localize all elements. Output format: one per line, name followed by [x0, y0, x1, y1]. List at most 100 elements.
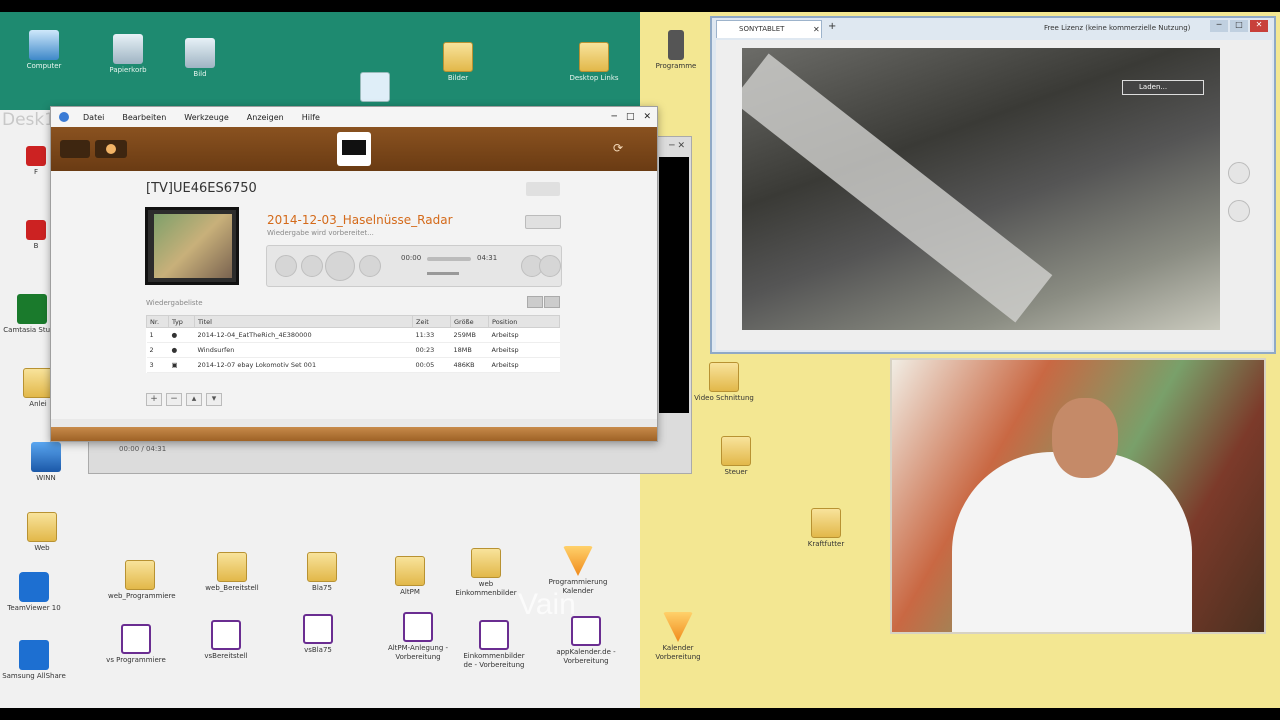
desktop-label: Desk1 [2, 110, 56, 130]
desktop-icon-label: vs Programmiere [106, 656, 166, 664]
shuffle-icon[interactable] [539, 255, 561, 277]
column-zeit[interactable]: Zeit [412, 315, 451, 328]
track-status: Wiedergabe wird vorbereitet... [267, 229, 374, 237]
seek-slider[interactable] [427, 257, 471, 261]
column-typ[interactable]: Typ [168, 315, 195, 328]
list-view-button[interactable] [527, 296, 543, 308]
cell-nr: 1 [146, 327, 169, 343]
desktop-icon-appkalender-vorbereitung[interactable]: appKalender.de - Vorbereitung [554, 616, 618, 666]
window-buttons[interactable]: ─ ✕ [669, 141, 685, 151]
tv-device-icon[interactable] [337, 132, 371, 166]
desktop-icon-winn[interactable]: WINN [14, 442, 78, 483]
table-row[interactable]: 3 ▣ 2014-12-07 ebay Lokomotiv Set 001 00… [146, 357, 560, 373]
folder-icon [395, 556, 425, 586]
desktop-icon-vs-bla75[interactable]: vsBla75 [286, 614, 350, 655]
column-titel[interactable]: Titel [194, 315, 413, 328]
menu-anzeigen[interactable]: Anzeigen [247, 113, 284, 122]
teamviewer-icon [19, 572, 49, 602]
desktop-icon-kraftfutter[interactable]: Kraftfutter [794, 508, 858, 549]
rewind-icon[interactable] [301, 255, 323, 277]
desktop-icon-teamviewer[interactable]: TeamViewer 10 [2, 572, 66, 613]
table-row[interactable]: 1 ● 2014-12-04_EatTheRich_4E380000 11:33… [146, 327, 560, 343]
desktop-icon-papierkorb[interactable]: Papierkorb [96, 34, 160, 75]
loading-button[interactable]: Laden... [1122, 80, 1204, 95]
menu-datei[interactable]: Datei [83, 113, 104, 122]
maximize-icon[interactable]: □ [1230, 20, 1248, 32]
photo-camera-icon[interactable] [1228, 200, 1250, 222]
desktop-icon-search[interactable] [343, 72, 407, 102]
minimize-icon[interactable]: ─ [1210, 20, 1228, 32]
watermark-text: Vain [518, 588, 576, 621]
desktop-icon-steuer[interactable]: Steuer [704, 436, 768, 477]
media-button[interactable] [95, 140, 127, 158]
move-down-icon[interactable]: ▾ [206, 393, 222, 406]
tab-bar: SONYTABLET ✕ + Free Lizenz (keine kommer… [712, 18, 1274, 38]
desktop-icon-label: Video Schnittung [694, 394, 754, 402]
desktop-icon-programme[interactable]: Programme [644, 30, 708, 71]
next-icon[interactable] [359, 255, 381, 277]
menu-bearbeiten[interactable]: Bearbeiten [122, 113, 166, 122]
maximize-icon[interactable]: □ [626, 112, 635, 122]
pause-button[interactable] [325, 251, 355, 281]
tab-close-icon[interactable]: ✕ [813, 25, 820, 34]
content-area: [TV]UE46ES6750 2014-12-03_Haselnüsse_Rad… [51, 171, 657, 419]
previous-icon[interactable] [275, 255, 297, 277]
desktop-icon-web-programmiere[interactable]: web_Programmiere [108, 560, 176, 601]
desktop-icon-label: Einkommenbilder de - Vorbereitung [463, 652, 525, 669]
move-up-icon[interactable]: ▴ [186, 393, 202, 406]
open-folder-button[interactable] [60, 140, 90, 158]
volume-slider[interactable] [427, 272, 459, 275]
close-icon[interactable]: ✕ [1250, 20, 1268, 32]
column-groesse[interactable]: Größe [450, 315, 489, 328]
column-nr[interactable]: Nr. [146, 315, 169, 328]
app-icon [26, 146, 46, 166]
desktop-icon-label: Kalender Vorbereitung [655, 644, 701, 661]
allshare-window[interactable]: Datei Bearbeiten Werkzeuge Anzeigen Hilf… [50, 106, 658, 442]
image-type-icon: ▣ [168, 357, 195, 373]
desktop-icon-vs-programmiere[interactable]: vs Programmiere [104, 624, 168, 665]
minimize-icon[interactable]: ─ [612, 112, 617, 122]
track-title: 2014-12-03_Haselnüsse_Radar [267, 213, 453, 227]
device-settings-button[interactable] [526, 182, 560, 196]
desktop-icon-bild[interactable]: Bild [168, 38, 232, 79]
desktop-icon-computer[interactable]: Computer [12, 30, 76, 71]
desktop-icon-label: Desktop Links [569, 74, 619, 82]
grid-view-button[interactable] [544, 296, 560, 308]
video-camera-icon[interactable] [1228, 162, 1250, 184]
desktop-icon-web-einkommenbilder[interactable]: web Einkommenbilder [454, 548, 518, 598]
desktop-icon-web[interactable]: Web [10, 512, 74, 553]
desktop-icon-video-schnittung[interactable]: Video Schnittung [692, 362, 756, 403]
time-end: 04:31 [477, 254, 498, 262]
allshare-icon [19, 640, 49, 670]
desktop-icon-altpm[interactable]: AltPM [378, 556, 442, 597]
desktop-icon-web-bereitstell[interactable]: web_Bereitstell [200, 552, 264, 593]
desktop-icon-label: web_Bereitstell [205, 584, 259, 592]
cell-titel: 2014-12-04_EatTheRich_4E380000 [194, 327, 413, 343]
column-position[interactable]: Position [488, 315, 560, 328]
new-tab-icon[interactable]: + [828, 21, 836, 32]
desktop-icon-bilder[interactable]: Bilder [426, 42, 490, 83]
browser-window[interactable]: SONYTABLET ✕ + Free Lizenz (keine kommer… [710, 16, 1276, 354]
desktop-icon-desktop-links[interactable]: Desktop Links [562, 42, 626, 83]
desktop-icon-samsung-allshare[interactable]: Samsung AllShare [2, 640, 66, 681]
desktop-icon-einkommenbilder-vorbereitung[interactable]: Einkommenbilder de - Vorbereitung [462, 620, 526, 670]
share-button[interactable] [525, 215, 561, 229]
menu-hilfe[interactable]: Hilfe [302, 113, 320, 122]
magnifier-icon [360, 72, 390, 102]
menu-werkzeuge[interactable]: Werkzeuge [184, 113, 228, 122]
visual-studio-icon [121, 624, 151, 654]
tab-sonytablet[interactable]: SONYTABLET ✕ [716, 20, 822, 38]
desktop-icon-altpm-vorbereitung[interactable]: AltPM-Anlegung - Vorbereitung [386, 612, 450, 662]
desktop-icon-bla75[interactable]: Bla75 [290, 552, 354, 593]
close-icon[interactable]: ✕ [643, 112, 651, 122]
refresh-icon[interactable]: ⟳ [613, 141, 623, 155]
table-row[interactable]: 2 ● Windsurfen 00:23 18MB Arbeitsp [146, 342, 560, 358]
folder-icon [307, 552, 337, 582]
desktop-icon-kalender-vorbereitung[interactable]: Kalender Vorbereitung [646, 612, 710, 662]
desktop-icon-vs-bereitstell[interactable]: vsBereitstell [194, 620, 258, 661]
folder-icon [721, 436, 751, 466]
remove-icon[interactable]: − [166, 393, 182, 406]
program-icon [668, 30, 684, 60]
computer-icon [29, 30, 59, 60]
add-icon[interactable]: + [146, 393, 162, 406]
